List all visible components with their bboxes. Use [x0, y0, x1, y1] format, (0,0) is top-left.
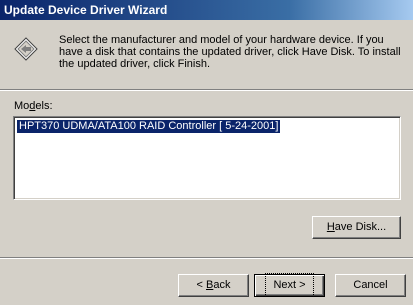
have-disk-button[interactable]: Have Disk...	[312, 216, 401, 239]
models-listbox[interactable]: HPT370 UDMA/ATA100 RAID Controller [ 5-2…	[13, 116, 401, 200]
back-button[interactable]: < Back	[178, 274, 249, 297]
cancel-button[interactable]: Cancel	[335, 274, 406, 297]
wizard-header: Select the manufacturer and model of you…	[0, 20, 413, 89]
next-button[interactable]: Next >	[254, 273, 325, 297]
wizard-description: Select the manufacturer and model of you…	[59, 34, 401, 70]
models-label: Models:	[14, 100, 53, 112]
wizard-diamond-icon	[14, 37, 38, 61]
title-bar[interactable]: Update Device Driver Wizard	[0, 0, 413, 20]
list-item[interactable]: HPT370 UDMA/ATA100 RAID Controller [ 5-2…	[17, 120, 281, 133]
footer-divider	[0, 257, 413, 259]
header-divider	[0, 89, 413, 91]
window-title: Update Device Driver Wizard	[4, 3, 168, 17]
